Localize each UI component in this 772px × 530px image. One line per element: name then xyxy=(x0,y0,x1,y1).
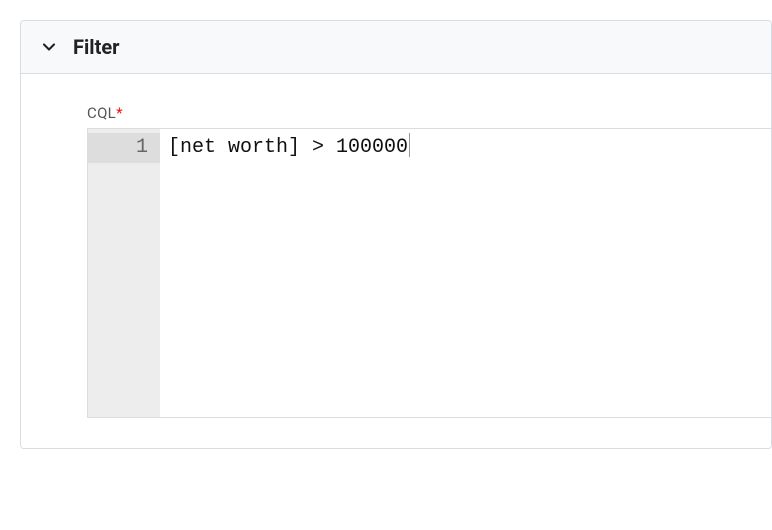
text-cursor xyxy=(409,133,410,157)
cql-code-editor[interactable]: 1 [net worth] > 100000 xyxy=(87,128,771,418)
filter-panel-body: CQL* 1 [net worth] > 100000 xyxy=(21,74,771,448)
filter-panel: Filter CQL* 1 [net worth] > 100000 xyxy=(20,20,772,449)
cql-label-text: CQL xyxy=(87,104,116,122)
panel-title: Filter xyxy=(73,35,119,59)
chevron-down-icon xyxy=(39,37,59,57)
required-asterisk: * xyxy=(116,104,123,122)
editor-gutter: 1 xyxy=(88,129,160,417)
filter-panel-header[interactable]: Filter xyxy=(21,21,771,74)
code-line: [net worth] > 100000 xyxy=(168,133,763,163)
active-line-highlight xyxy=(88,133,160,163)
editor-code-area[interactable]: [net worth] > 100000 xyxy=(160,129,771,417)
cql-field-label: CQL* xyxy=(87,104,771,122)
